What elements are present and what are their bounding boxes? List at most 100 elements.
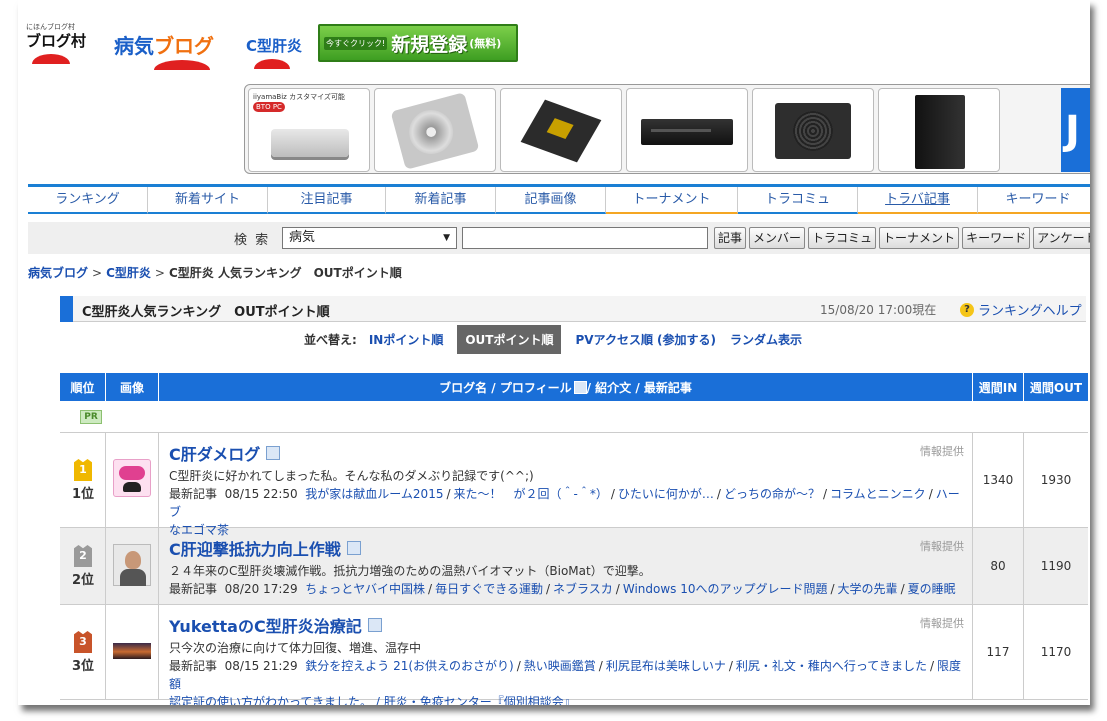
breadcrumb: 病気ブログ > C型肝炎 > C型肝炎 人気ランキング OUTポイント順 <box>28 264 402 281</box>
article-link[interactable]: 我が家は献血ルーム2015 <box>305 487 443 501</box>
mini-pc-icon <box>271 129 349 157</box>
blogmura-logo-small: にほんブログ村 <box>26 23 75 31</box>
tab-article-images[interactable]: 記事画像 <box>496 187 606 214</box>
tab-featured-articles[interactable]: 注目記事 <box>268 187 386 214</box>
search-members-button[interactable]: メンバー <box>749 227 806 249</box>
ranking-help-link[interactable]: ? ランキングヘルプ <box>960 300 1082 319</box>
blog-title: YukettaのC型肝炎治療記 <box>169 617 362 636</box>
latest-label: 最新記事 <box>169 582 218 596</box>
week-out-value: 1170 <box>1040 645 1072 659</box>
search-community-button[interactable]: トラコミュ <box>808 227 877 249</box>
table-header: 順位 画像 ブログ名 / プロフィール / 紹介文 / 最新記事 週間IN 週間… <box>60 373 1088 401</box>
image-cell[interactable] <box>106 605 159 699</box>
banner-item-optical-drive[interactable] <box>626 88 748 172</box>
byoki-logo-blog: ブログ <box>154 34 214 58</box>
banner-item-hard-disk[interactable] <box>374 88 496 172</box>
blog-title-link[interactable]: C肝ダメログ <box>169 441 962 465</box>
main-nav-tabs: ランキング 新着サイト 注目記事 新着記事 記事画像 トーナメント トラコミュ … <box>28 184 1090 214</box>
blog-title-link[interactable]: C肝迎撃抵抗力向上作戦 <box>169 536 962 560</box>
week-out-value: 1190 <box>1040 559 1072 573</box>
product-banner[interactable]: iiyamaBiz カスタマイズ可能 BTO PC J <box>244 84 1090 174</box>
register-button[interactable]: 今すぐクリック! 新規登録 (無料) <box>318 24 518 62</box>
tab-new-articles[interactable]: 新着記事 <box>386 187 496 214</box>
blog-cell: C肝ダメログ 情報提供 C型肝炎に好かれてしまった私。そんな私のダメぶり記録です… <box>159 433 973 537</box>
rank-medal-icon: 2 <box>74 545 92 567</box>
header-blog-tail: / 紹介文 / 最新記事 <box>586 380 692 395</box>
profile-icon[interactable] <box>367 618 382 632</box>
search-buttons: 記事 メンバー トラコミュ トーナメント キーワード アンケート <box>714 227 1090 249</box>
banner-item-motherboard[interactable] <box>500 88 622 172</box>
browser-page: にほんブログ村 ブログ村 病気ブログ C型肝炎 今すぐクリック! 新規登録 (無… <box>18 0 1090 705</box>
help-icon: ? <box>960 302 974 317</box>
article-link[interactable]: Windows 10へのアップグレード問題 <box>623 582 828 596</box>
article-link[interactable]: ちょっとヤバイ中国株 <box>305 582 425 596</box>
ranking-title: C型肝炎人気ランキング OUTポイント順 <box>82 305 330 320</box>
breadcrumb-link-byoki[interactable]: 病気ブログ <box>28 266 88 280</box>
search-keyword-button[interactable]: キーワード <box>962 227 1031 249</box>
header-blog-label: ブログ名 / プロフィール <box>439 380 572 395</box>
article-link[interactable]: コラムとニンニク <box>830 487 926 501</box>
byoki-blog-logo[interactable]: 病気ブログ <box>114 30 214 70</box>
blog-thumbnail[interactable] <box>113 459 151 497</box>
blog-thumbnail[interactable] <box>113 544 151 586</box>
pr-badge: PR <box>80 410 102 424</box>
article-link[interactable]: どっちの命が～？ <box>724 487 820 501</box>
blog-thumbnail[interactable] <box>113 643 151 659</box>
banner-item-mini-pc[interactable]: iiyamaBiz カスタマイズ可能 BTO PC <box>248 88 370 172</box>
profile-icon[interactable] <box>266 446 281 460</box>
article-link[interactable]: 利尻昆布は美味しいナ <box>606 659 726 673</box>
chevron-down-icon: ▼ <box>443 233 450 243</box>
article-link[interactable]: 夏の睡眠 <box>908 582 956 596</box>
pc-case-icon <box>915 95 965 169</box>
blog-title-link[interactable]: YukettaのC型肝炎治療記 <box>169 613 962 637</box>
sort-pv-link[interactable]: PVアクセス順 <box>575 331 652 348</box>
sort-random-link[interactable]: ランダム表示 <box>730 331 802 348</box>
tab-new-sites[interactable]: 新着サイト <box>148 187 268 214</box>
sort-out-points-active: OUTポイント順 <box>457 324 562 354</box>
tab-trackback-articles[interactable]: トラバ記事 <box>858 187 978 214</box>
header-week-in: 週間IN <box>973 373 1024 401</box>
article-link[interactable]: 利尻・礼文・稚内へ行ってきました <box>736 659 927 673</box>
ranking-header: C型肝炎人気ランキング OUTポイント順 15/08/20 17:00現在 ? ラ… <box>60 296 1086 322</box>
article-link[interactable]: 毎日すぐできる運動 <box>435 582 543 596</box>
motherboard-icon <box>520 99 602 163</box>
tab-ranking[interactable]: ランキング <box>28 187 148 214</box>
category-select[interactable]: 病気 ▼ <box>282 227 457 249</box>
article-link[interactable]: 来た～！ が２回（＾-＾*） <box>454 487 608 501</box>
image-cell[interactable] <box>106 433 159 527</box>
week-in-value: 80 <box>973 528 1024 604</box>
article-link[interactable]: 認定証の使い方がわかってきました。 / 肝炎・免疫センター『個別相談会』 <box>169 695 576 705</box>
article-link[interactable]: ひたいに何かが… <box>618 487 714 501</box>
search-survey-button[interactable]: アンケート <box>1033 227 1090 249</box>
latest-articles: 最新記事 08/20 17:29 ちょっとヤバイ中国株 / 毎日すぐできる運動 / ネブ… <box>169 582 956 596</box>
header-image: 画像 <box>106 373 159 401</box>
header-logos: にほんブログ村 ブログ村 病気ブログ C型肝炎 今すぐクリック! 新規登録 (無… <box>18 22 1090 70</box>
search-articles-button[interactable]: 記事 <box>714 227 747 249</box>
article-link[interactable]: 大学の先輩 <box>838 582 898 596</box>
c-liver-category-logo[interactable]: C型肝炎 <box>246 35 302 69</box>
register-small-text: 今すぐクリック! <box>324 36 388 50</box>
search-input[interactable] <box>462 227 708 249</box>
blogmura-logo[interactable]: にほんブログ村 ブログ村 <box>26 23 86 64</box>
sort-pv-join-link[interactable]: (参加する) <box>657 331 716 348</box>
header-rank: 順位 <box>60 373 106 401</box>
article-link[interactable]: ネブラスカ <box>553 582 613 596</box>
image-cell[interactable] <box>106 528 159 604</box>
article-link[interactable]: 熱い映画鑑賞 <box>524 659 596 673</box>
info-provider-label: 情報提供 <box>920 617 964 630</box>
article-link[interactable]: 鉄分を控えよう 21(お供えのおさがり) <box>305 659 513 673</box>
breadcrumb-link-c-liver[interactable]: C型肝炎 <box>106 266 151 280</box>
week-in-value: 1340 <box>973 433 1024 527</box>
banner-caption: iiyamaBiz カスタマイズ可能 <box>253 93 345 101</box>
banner-item-power-supply[interactable] <box>752 88 874 172</box>
banner-spacer <box>1004 88 1056 172</box>
search-tournament-button[interactable]: トーナメント <box>879 227 960 249</box>
tab-trackback-community[interactable]: トラコミュ <box>738 187 858 214</box>
tab-tournament[interactable]: トーナメント <box>606 187 738 214</box>
blog-cell: C肝迎撃抵抗力向上作戦 情報提供 ２４年来のC型肝炎壊滅作戦。抵抗力増強のための… <box>159 528 973 604</box>
tab-keywords[interactable]: キーワード <box>978 187 1090 214</box>
sort-in-points-link[interactable]: INポイント順 <box>369 331 444 348</box>
profile-icon[interactable] <box>346 541 361 555</box>
banner-item-pc-case[interactable] <box>878 88 1000 172</box>
banner-brand-block[interactable]: J <box>1061 88 1090 172</box>
